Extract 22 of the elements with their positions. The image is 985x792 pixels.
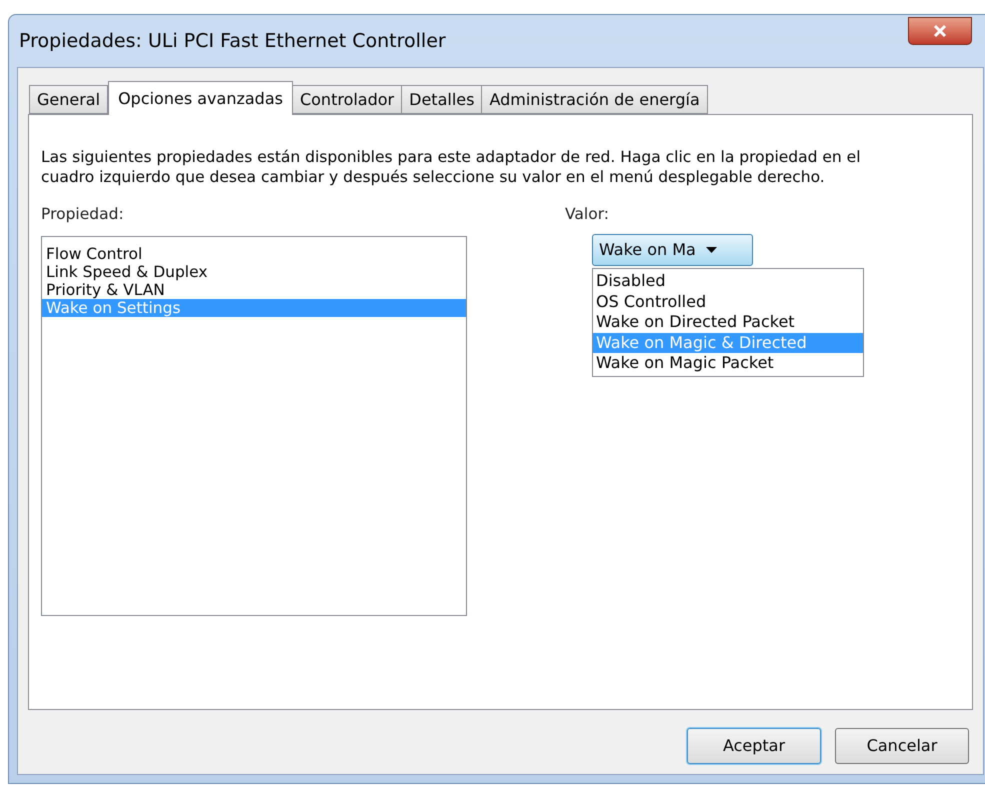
value-dropdown[interactable]: Wake on Ma — [592, 234, 753, 266]
value-label: Valor: — [565, 204, 610, 225]
dialog-button[interactable]: Aceptar — [687, 728, 821, 764]
window-title: Propiedades: ULi PCI Fast Ethernet Controller — [19, 28, 446, 54]
option-item[interactable]: Wake on Directed Packet — [593, 312, 863, 333]
tab[interactable]: General — [29, 85, 108, 114]
close-button[interactable] — [908, 17, 972, 45]
property-item[interactable]: Priority & VLAN — [42, 281, 466, 300]
property-label: Propiedad: — [41, 204, 124, 225]
option-item[interactable]: Wake on Magic Packet — [593, 353, 863, 374]
tab[interactable]: Detalles — [401, 85, 482, 114]
caret-icon — [706, 247, 717, 254]
property-item[interactable]: Flow Control — [42, 245, 466, 264]
tab[interactable]: Opciones avanzadas — [108, 81, 293, 115]
option-item[interactable]: OS Controlled — [593, 292, 863, 312]
option-item[interactable]: Disabled — [593, 271, 863, 292]
tab[interactable]: Administración de energía — [481, 85, 708, 114]
property-item[interactable]: Link Speed & Duplex — [42, 263, 466, 282]
description-text: Las siguientes propiedades están disponibles para este adaptador de red. Haga clic en la propiedad en el cuadro izquierdo que desea cambiar y después seleccione su valor en el menú desplegable derecho. — [41, 147, 862, 187]
dialog-button[interactable]: Cancelar — [835, 728, 969, 764]
close-icon — [933, 24, 947, 38]
tab[interactable]: Controlador — [292, 85, 402, 114]
